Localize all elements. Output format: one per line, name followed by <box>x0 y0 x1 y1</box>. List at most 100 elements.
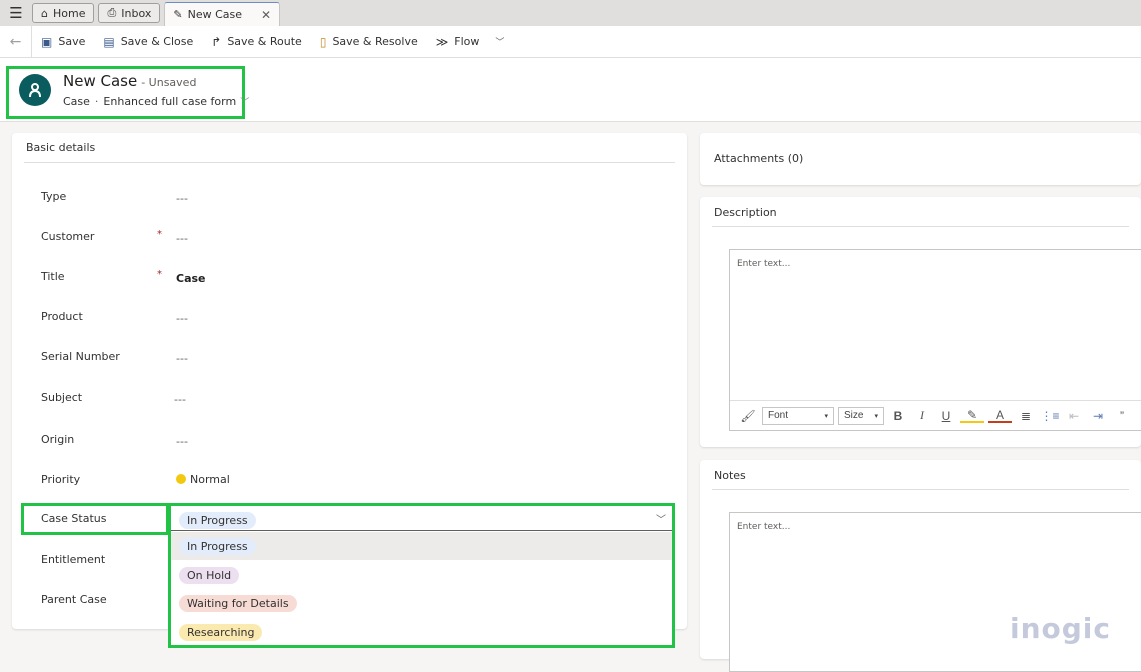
chevron-down-icon[interactable]: ﹀ <box>240 98 249 108</box>
inogic-watermark-logo: inogic <box>1009 612 1111 645</box>
option-label: Waiting for Details <box>179 595 297 612</box>
quote-icon[interactable]: ” <box>1112 409 1132 423</box>
save-close-icon: ▤ <box>103 34 115 49</box>
field-label-customer: Customer <box>41 230 95 243</box>
field-value-subject[interactable]: --- <box>174 393 186 406</box>
notes-placeholder: Enter text... <box>737 522 791 532</box>
field-label-case-status: Case Status <box>41 512 107 525</box>
description-title: Description <box>714 206 777 219</box>
bold-icon[interactable]: B <box>888 409 908 423</box>
field-value-priority[interactable]: Normal <box>176 473 230 486</box>
divider <box>24 162 675 163</box>
field-value-serial-number[interactable]: --- <box>176 352 188 365</box>
increase-indent-icon[interactable]: ⇥ <box>1088 409 1108 423</box>
hamburger-menu-icon[interactable]: ☰ <box>0 0 32 26</box>
home-icon: ⌂ <box>41 6 48 20</box>
field-value-origin[interactable]: --- <box>176 435 188 448</box>
priority-normal-icon <box>176 474 186 484</box>
save-close-label: Save & Close <box>120 35 194 48</box>
status-option-in-progress[interactable]: In Progress <box>171 532 672 560</box>
status-option-on-hold[interactable]: On Hold <box>171 561 672 589</box>
field-label-subject: Subject <box>41 391 83 404</box>
divider <box>712 489 1129 490</box>
numbered-list-icon[interactable]: ⋮≡ <box>1040 409 1060 423</box>
notes-title: Notes <box>714 469 746 482</box>
page-title: New Case - Unsaved <box>63 72 196 90</box>
field-value-product[interactable]: --- <box>176 312 188 325</box>
description-editor[interactable]: Enter text... 🖌 Font ▾ Size ▾ B I U ✎ A ≣ … <box>729 249 1141 431</box>
save-resolve-label: Save & Resolve <box>332 35 418 48</box>
record-header: New Case - Unsaved Case · Enhanced full cas… <box>0 58 1141 122</box>
field-label-product: Product <box>41 310 83 323</box>
tab-bar: ☰ ⌂ Home ⎙ Inbox ✎ New Case ✕ <box>0 0 1141 26</box>
highlight-color-icon[interactable]: ✎ <box>960 409 984 423</box>
chevron-down-icon[interactable]: ﹀ <box>495 35 504 48</box>
priority-value: Normal <box>190 473 230 486</box>
entity-name: Case <box>63 95 90 108</box>
status-option-waiting-for-details[interactable]: Waiting for Details <box>171 589 672 617</box>
record-title: New Case <box>63 72 138 90</box>
command-bar: ← ▣ Save ▤ Save & Close ↱ Save & Route ▯… <box>0 25 1141 58</box>
section-title: Basic details <box>26 141 96 154</box>
field-label-title: Title <box>41 270 65 283</box>
save-status: - Unsaved <box>141 76 197 89</box>
attachments-title: Attachments (0) <box>714 152 804 165</box>
save-close-button[interactable]: ▤ Save & Close <box>94 26 202 58</box>
case-status-label-highlight: Case Status <box>21 503 169 535</box>
tab-inbox[interactable]: ⎙ Inbox <box>98 3 161 23</box>
notes-editor[interactable]: Enter text... <box>729 512 1141 672</box>
inbox-icon: ⎙ <box>107 6 117 19</box>
back-arrow-icon[interactable]: ← <box>0 25 32 58</box>
field-label-entitlement: Entitlement <box>41 553 106 566</box>
case-avatar-icon <box>19 74 51 106</box>
notes-section: Notes Enter text... inogic <box>700 460 1141 672</box>
save-resolve-button[interactable]: ▯ Save & Resolve <box>311 26 427 58</box>
tab-new-case-label: New Case <box>187 8 243 21</box>
field-value-customer[interactable]: --- <box>176 232 188 245</box>
close-tab-icon[interactable]: ✕ <box>261 8 271 22</box>
tab-home-label: Home <box>52 6 86 20</box>
attachments-section[interactable]: Attachments (0) <box>700 133 1141 185</box>
required-marker: * <box>157 229 162 240</box>
size-select[interactable]: Size ▾ <box>838 406 884 425</box>
save-route-button[interactable]: ↱ Save & Route <box>202 26 311 58</box>
save-route-label: Save & Route <box>227 35 302 48</box>
field-label-serial-number: Serial Number <box>41 350 120 363</box>
edit-icon: ✎ <box>173 8 183 21</box>
flow-label: Flow <box>454 35 480 48</box>
header-highlight: New Case - Unsaved Case · Enhanced full cas… <box>6 66 249 119</box>
form-selector[interactable]: Case · Enhanced full case form ﹀ <box>63 95 249 108</box>
format-painter-icon[interactable]: 🖌 <box>738 409 758 423</box>
tab-home[interactable]: ⌂ Home <box>32 3 95 23</box>
save-label: Save <box>58 35 86 48</box>
required-marker: * <box>157 269 162 280</box>
rich-text-toolbar: 🖌 Font ▾ Size ▾ B I U ✎ A ≣ ⋮≡ ⇤ ⇥ ” <box>730 400 1141 430</box>
size-label: Size <box>844 410 864 421</box>
save-button[interactable]: ▣ Save <box>32 26 94 58</box>
option-label: In Progress <box>179 538 256 555</box>
chevron-down-icon[interactable]: ﹀ <box>656 511 666 526</box>
divider <box>712 226 1129 227</box>
field-label-origin: Origin <box>41 433 75 446</box>
case-status-select[interactable]: In Progress ﹀ <box>171 506 672 531</box>
option-label: On Hold <box>179 567 240 584</box>
flow-icon: ≫ <box>435 34 449 49</box>
field-value-title[interactable]: Case <box>176 272 206 285</box>
italic-icon[interactable]: I <box>912 408 932 423</box>
font-select[interactable]: Font ▾ <box>762 406 834 425</box>
form-name: Enhanced full case form <box>103 95 237 108</box>
status-option-researching[interactable]: Researching <box>171 618 672 646</box>
field-label-priority: Priority <box>41 473 81 486</box>
flow-button[interactable]: ≫ Flow ﹀ <box>427 26 514 58</box>
field-value-type[interactable]: --- <box>176 192 188 205</box>
case-status-dropdown: In Progress ﹀ In Progress On Hold Waitin… <box>168 503 675 648</box>
bullet-list-icon[interactable]: ≣ <box>1016 409 1036 423</box>
decrease-indent-icon[interactable]: ⇤ <box>1064 409 1084 423</box>
description-placeholder: Enter text... <box>737 259 791 269</box>
route-icon: ↱ <box>211 34 222 49</box>
font-label: Font <box>768 410 789 421</box>
save-icon: ▣ <box>41 34 53 49</box>
font-color-icon[interactable]: A <box>988 409 1012 423</box>
underline-icon[interactable]: U <box>936 409 956 423</box>
tab-new-case[interactable]: ✎ New Case ✕ <box>164 2 281 26</box>
